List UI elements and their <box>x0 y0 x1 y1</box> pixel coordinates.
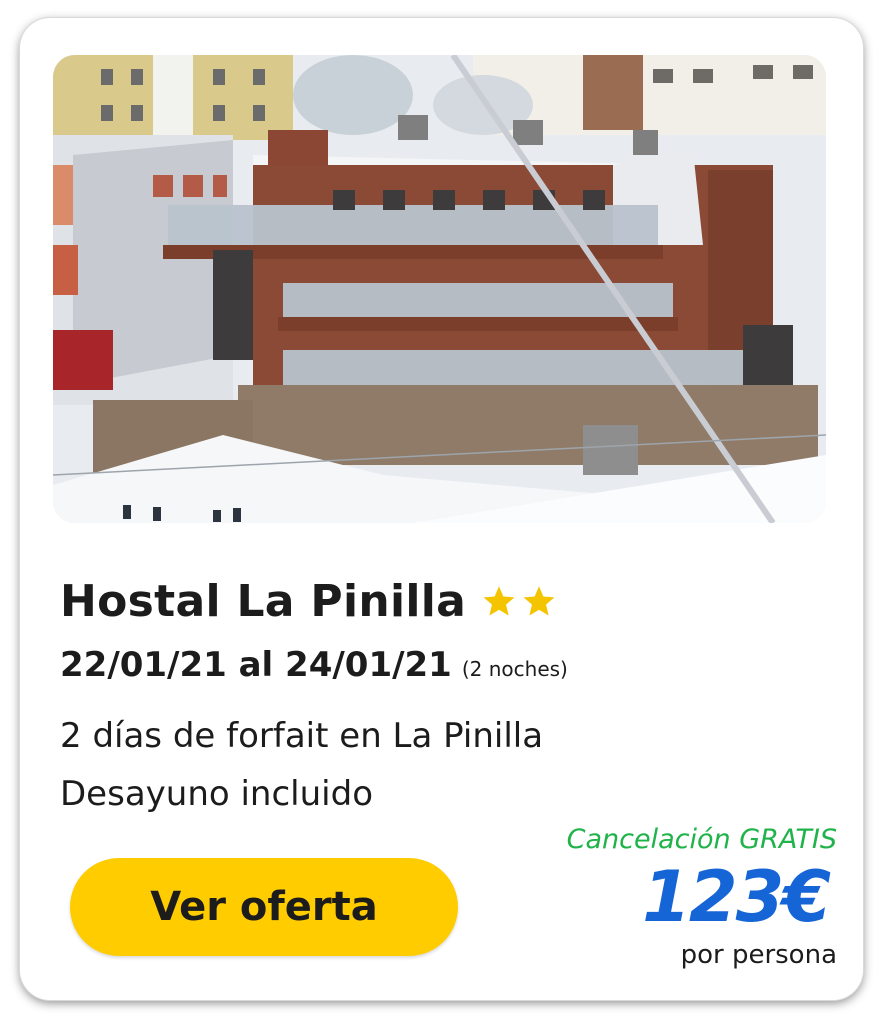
stay-dates-row: 22/01/21 al 24/01/21 (2 noches) <box>60 645 568 695</box>
star-icon <box>483 586 515 616</box>
stay-dates: 22/01/21 al 24/01/21 <box>60 645 452 685</box>
feature-forfait: 2 días de forfait en La Pinilla <box>60 716 544 756</box>
price-unit: por persona <box>680 940 837 970</box>
offer-card[interactable]: Hostal La Pinilla 22/01/21 al 24/01/21 (… <box>20 18 863 1000</box>
star-rating <box>480 584 560 620</box>
star-icon <box>523 586 555 616</box>
hotel-name: Hostal La Pinilla <box>60 575 467 627</box>
hotel-photo[interactable] <box>53 55 826 523</box>
nights-count: (2 noches) <box>461 657 568 681</box>
title-row: Hostal La Pinilla <box>60 573 560 629</box>
view-offer-button[interactable]: Ver oferta <box>70 858 458 956</box>
price: 123€ <box>642 856 831 938</box>
feature-breakfast: Desayuno incluido <box>60 774 373 814</box>
free-cancellation-label: Cancelación GRATIS <box>566 824 837 855</box>
